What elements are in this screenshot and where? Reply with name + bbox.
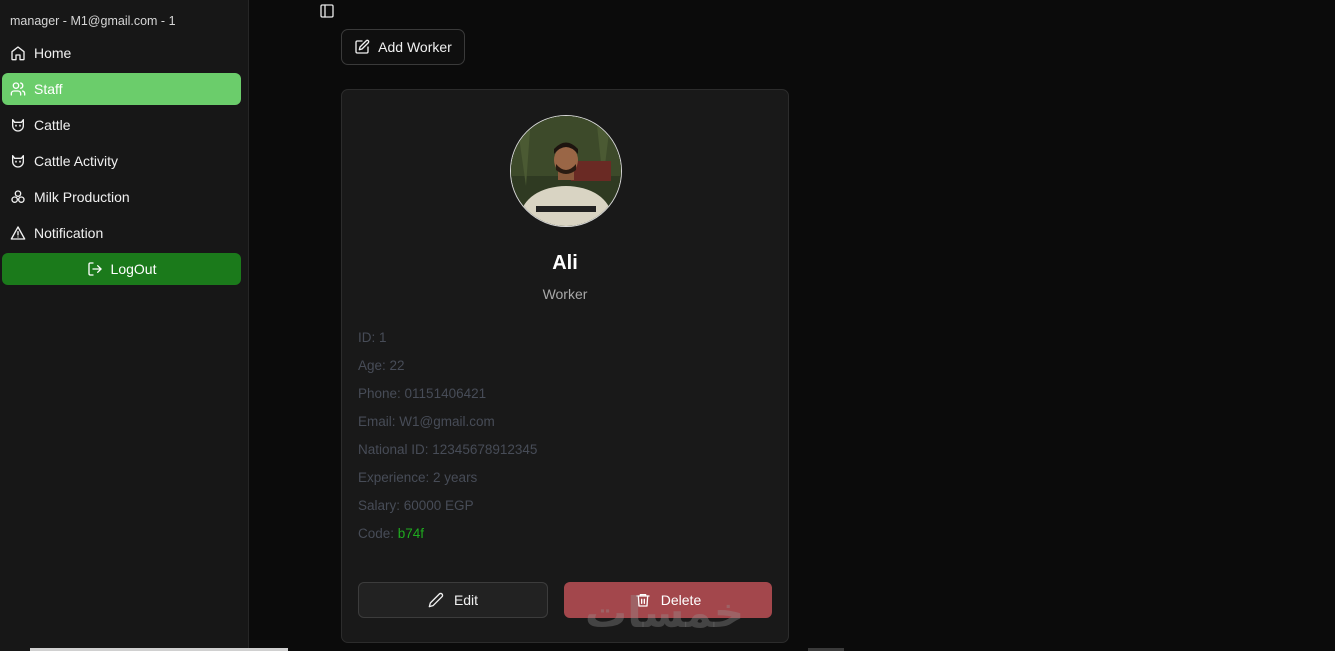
worker-card: Ali Worker ID: 1 Age: 22 Phone: 01151406… — [341, 89, 789, 643]
cat-icon — [10, 153, 26, 169]
sidebar-item-label: Cattle — [34, 117, 71, 133]
trash-icon — [635, 592, 651, 608]
code-value: b74f — [397, 526, 425, 541]
detail-age: Age: 22 — [358, 358, 405, 373]
sidebar-item-label: Home — [34, 45, 72, 61]
sidebar-item-staff[interactable]: Staff — [2, 73, 241, 105]
users-icon — [10, 81, 26, 97]
code-label: Code: — [358, 526, 398, 541]
sidebar-toggle-icon[interactable] — [319, 3, 335, 19]
detail-email: Email: W1@gmail.com — [358, 414, 495, 429]
sidebar-item-home[interactable]: Home — [2, 37, 241, 69]
sidebar-item-label: Cattle Activity — [34, 153, 119, 169]
logout-icon — [87, 261, 103, 277]
home-icon — [10, 45, 26, 61]
worker-name: Ali — [552, 252, 578, 274]
worker-role: Worker — [542, 286, 588, 302]
edit-button[interactable]: Edit — [358, 582, 548, 618]
sidebar-item-label: Staff — [34, 81, 63, 97]
account-info: manager - M1@gmail.com - 1 — [10, 14, 176, 28]
milk-icon — [10, 189, 26, 205]
detail-phone: Phone: 01151406421 — [358, 386, 487, 401]
logout-button[interactable]: LogOut — [2, 253, 241, 285]
add-worker-button[interactable]: Add Worker — [341, 29, 465, 65]
pencil-icon — [428, 592, 444, 608]
sidebar-item-label: Milk Production — [34, 189, 130, 205]
detail-experience: Experience: 2 years — [358, 470, 478, 485]
sidebar-item-cattle-activity[interactable]: Cattle Activity — [2, 145, 241, 177]
avatar — [510, 115, 622, 227]
add-worker-label: Add Worker — [378, 39, 452, 55]
sidebar-item-cattle[interactable]: Cattle — [2, 109, 241, 141]
edit-label: Edit — [453, 592, 479, 608]
cat-icon — [10, 117, 26, 133]
sidebar-item-notification[interactable]: Notification — [2, 217, 241, 249]
edit-square-icon — [354, 39, 370, 55]
detail-national-id: National ID: 12345678912345 — [358, 442, 538, 457]
detail-id: ID: 1 — [358, 330, 387, 345]
logout-label: LogOut — [110, 261, 157, 277]
sidebar-item-milk-production[interactable]: Milk Production — [2, 181, 241, 213]
delete-button[interactable]: Delete — [564, 582, 772, 618]
delete-label: Delete — [660, 592, 702, 608]
warning-icon — [10, 225, 26, 241]
detail-salary: Salary: 60000 EGP — [358, 498, 474, 513]
detail-code: Code: b74f — [358, 526, 424, 541]
sidebar-item-label: Notification — [34, 225, 104, 241]
sidebar: manager - M1@gmail.com - 1 Home Staff Ca… — [0, 0, 249, 651]
